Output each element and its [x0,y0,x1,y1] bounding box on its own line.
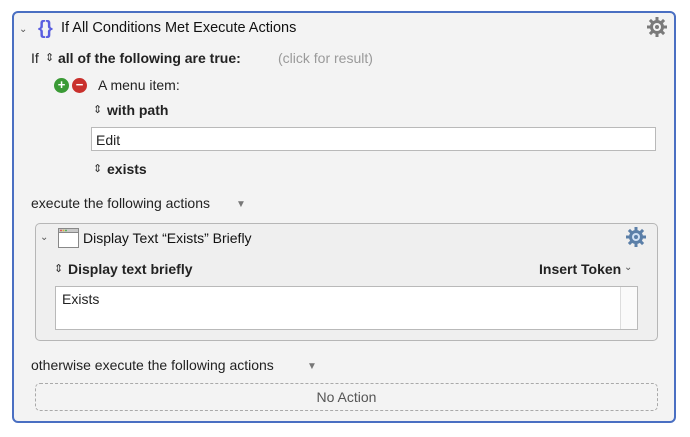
stepper-icon[interactable]: ⇕ [45,51,54,64]
no-action-dropzone[interactable]: No Action [35,383,658,411]
if-then-else-action: ⌄ {} If All Conditions Met Execute Actio… [12,11,676,423]
display-action-title[interactable]: Display Text “Exists” Briefly [83,230,252,246]
menu-path-input[interactable]: Edit [91,127,656,151]
if-label: If [31,50,39,66]
condition-mode-select[interactable]: all of the following are true: [58,50,241,66]
display-text-area[interactable]: Exists [55,286,638,330]
collapse-chevron-icon[interactable]: ⌄ [40,232,48,243]
display-text-action: ⌄ Display Text “Exists” Briefly ⇕ Displa… [35,223,658,341]
condition-type-label: A menu item: [98,77,180,93]
collapse-chevron-icon[interactable]: ⌄ [19,24,27,35]
stepper-icon[interactable]: ⇕ [93,103,102,116]
action-title[interactable]: If All Conditions Met Execute Actions [61,20,296,36]
execute-section-label: execute the following actions [31,195,210,211]
gear-icon[interactable] [625,226,647,248]
menu-state-select[interactable]: exists [107,161,147,177]
gear-icon[interactable] [646,16,668,38]
display-option-select[interactable]: Display text briefly [68,261,193,277]
no-action-label: No Action [316,389,377,405]
text-area-scrollbar[interactable] [620,287,637,329]
execute-menu-triangle-icon[interactable]: ▼ [236,199,246,210]
remove-condition-button[interactable]: − [72,78,87,93]
add-condition-button[interactable]: + [54,78,69,93]
stepper-icon[interactable]: ⇕ [54,262,63,275]
menu-path-value: Edit [96,132,121,148]
menu-path-select[interactable]: with path [107,102,168,118]
braces-icon: {} [38,18,53,39]
display-text-value: Exists [62,291,100,307]
window-icon [58,228,79,248]
stepper-icon[interactable]: ⇕ [93,162,102,175]
braces-glyph: {} [38,18,53,39]
result-hint-link[interactable]: (click for result) [278,50,373,66]
chevron-down-icon[interactable]: ⌄ [624,262,632,273]
otherwise-menu-triangle-icon[interactable]: ▼ [307,361,317,372]
otherwise-section-label: otherwise execute the following actions [31,357,274,373]
insert-token-menu[interactable]: Insert Token [539,261,621,277]
